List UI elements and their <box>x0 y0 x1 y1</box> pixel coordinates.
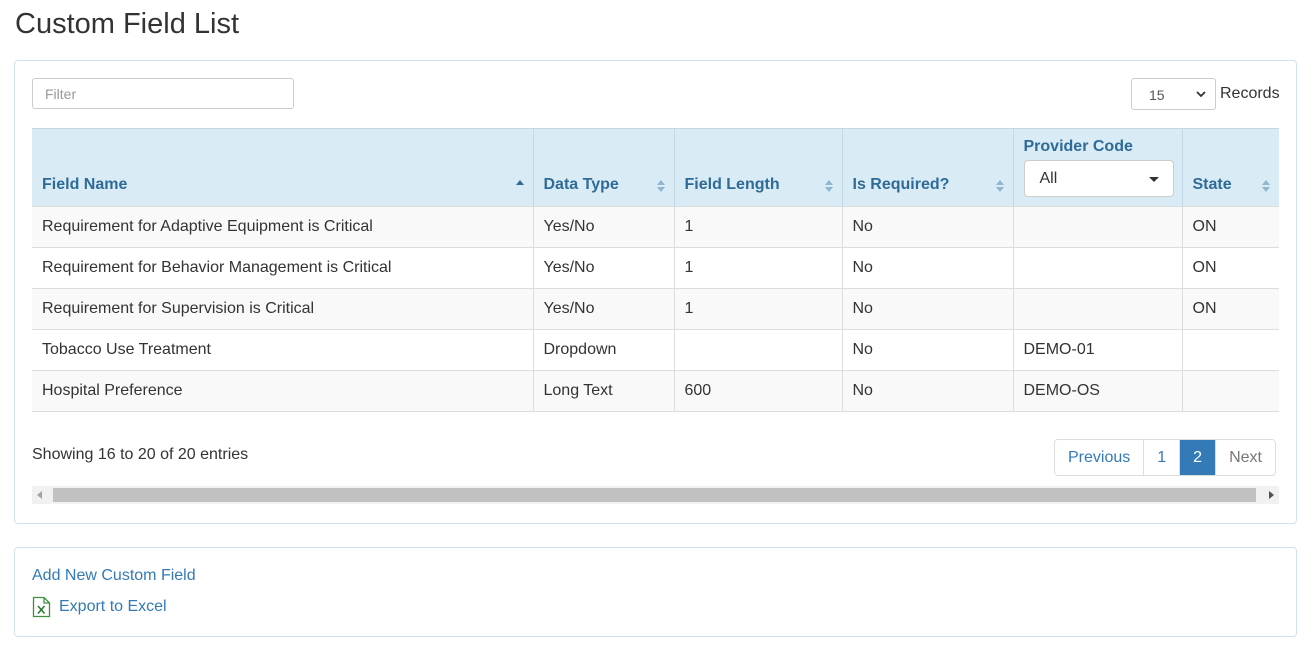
page-button-1[interactable]: 1 <box>1144 440 1181 475</box>
cell-state: ON <box>1182 288 1279 330</box>
column-label: State <box>1192 176 1232 193</box>
next-page-button[interactable]: Next <box>1216 440 1275 475</box>
sort-icon <box>824 180 833 192</box>
cell-data-type: Long Text <box>533 370 675 412</box>
column-label: Is Required? <box>852 176 950 193</box>
page-title: Custom Field List <box>15 8 240 40</box>
table-row[interactable]: Requirement for Supervision is Critical … <box>32 288 1279 330</box>
pagination: Previous 1 2 Next <box>1054 439 1276 476</box>
cell-is-required: No <box>842 370 1014 412</box>
filter-input[interactable] <box>32 78 294 109</box>
sort-icon <box>995 180 1004 192</box>
cell-data-type: Yes/No <box>533 288 675 330</box>
column-label: Provider Code <box>1023 138 1133 155</box>
table-row[interactable]: Requirement for Adaptive Equipment is Cr… <box>32 206 1279 248</box>
horizontal-scrollbar[interactable] <box>32 486 1279 504</box>
cell-field-length <box>674 329 843 371</box>
cell-field-name: Hospital Preference <box>32 370 534 412</box>
cell-field-name: Requirement for Adaptive Equipment is Cr… <box>32 206 534 248</box>
table-header-row: Field Name Data Type Field Length Is Req… <box>32 128 1279 207</box>
column-label: Field Length <box>684 176 780 193</box>
records-per-page-value: 15 <box>1149 87 1165 103</box>
export-to-excel-row: Export to Excel <box>32 596 167 618</box>
cell-field-length: 600 <box>674 370 843 412</box>
scroll-left-arrow-icon[interactable] <box>37 491 42 499</box>
previous-page-button[interactable]: Previous <box>1055 440 1145 475</box>
cell-state: ON <box>1182 247 1279 289</box>
sort-icon <box>1262 180 1270 192</box>
cell-state <box>1182 329 1279 371</box>
table-row[interactable]: Tobacco Use Treatment Dropdown No DEMO-0… <box>32 329 1279 371</box>
cell-field-length: 1 <box>674 247 843 289</box>
caret-down-icon <box>1148 177 1159 182</box>
cell-data-type: Dropdown <box>533 329 675 371</box>
cell-provider-code <box>1013 288 1183 330</box>
table-row[interactable]: Hospital Preference Long Text 600 No DEM… <box>32 370 1279 412</box>
cell-data-type: Yes/No <box>533 206 675 248</box>
cell-is-required: No <box>842 329 1014 371</box>
cell-provider-code: DEMO-OS <box>1013 370 1183 412</box>
cell-provider-code: DEMO-01 <box>1013 329 1183 371</box>
scrollbar-thumb[interactable] <box>53 488 1256 502</box>
provider-code-filter-select[interactable]: All <box>1023 160 1174 197</box>
cell-field-length: 1 <box>674 288 843 330</box>
cell-data-type: Yes/No <box>533 247 675 289</box>
column-header-is-required[interactable]: Is Required? <box>842 128 1014 207</box>
column-header-provider-code: Provider Code All <box>1013 128 1183 207</box>
column-header-field-length[interactable]: Field Length <box>674 128 843 207</box>
column-header-data-type[interactable]: Data Type <box>533 128 675 207</box>
column-label: Data Type <box>543 176 619 193</box>
records-label: Records <box>1220 85 1280 102</box>
excel-icon[interactable] <box>32 596 51 618</box>
add-new-custom-field-link[interactable]: Add New Custom Field <box>32 567 196 585</box>
page-button-2[interactable]: 2 <box>1180 440 1217 475</box>
provider-code-filter-value: All <box>1039 170 1058 187</box>
scroll-right-arrow-icon[interactable] <box>1269 491 1274 499</box>
column-label: Field Name <box>42 176 128 193</box>
cell-field-name: Requirement for Behavior Management is C… <box>32 247 534 289</box>
custom-field-panel: 15 Records Field Name Data Type <box>14 60 1297 524</box>
custom-field-table: Field Name Data Type Field Length Is Req… <box>32 128 1279 412</box>
cell-is-required: No <box>842 288 1014 330</box>
actions-panel: Add New Custom Field Export to Excel <box>14 547 1297 637</box>
cell-field-length: 1 <box>674 206 843 248</box>
sort-icon <box>656 180 665 192</box>
table-row[interactable]: Requirement for Behavior Management is C… <box>32 247 1279 289</box>
cell-is-required: No <box>842 247 1014 289</box>
records-per-page-select[interactable]: 15 <box>1131 78 1216 110</box>
column-header-field-name[interactable]: Field Name <box>32 128 534 207</box>
cell-provider-code <box>1013 247 1183 289</box>
export-to-excel-link[interactable]: Export to Excel <box>59 598 167 616</box>
cell-is-required: No <box>842 206 1014 248</box>
cell-state: ON <box>1182 206 1279 248</box>
cell-field-name: Tobacco Use Treatment <box>32 329 534 371</box>
cell-field-name: Requirement for Supervision is Critical <box>32 288 534 330</box>
column-header-state[interactable]: State <box>1182 128 1279 207</box>
entries-info: Showing 16 to 20 of 20 entries <box>32 446 249 463</box>
cell-state <box>1182 370 1279 412</box>
cell-provider-code <box>1013 206 1183 248</box>
sort-asc-icon <box>515 180 524 185</box>
chevron-down-icon <box>1196 91 1206 98</box>
